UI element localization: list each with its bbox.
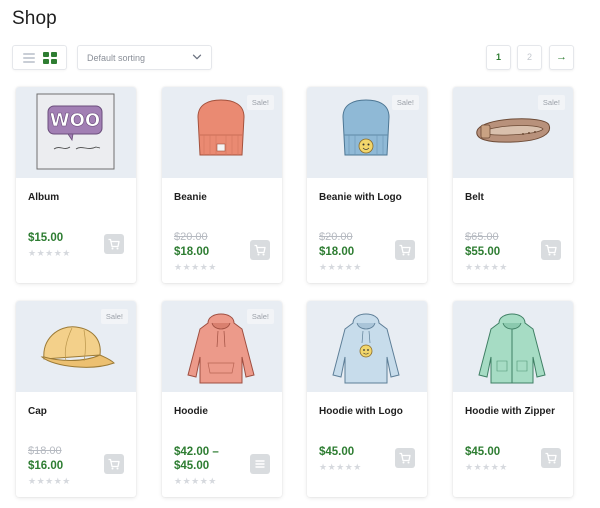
product-price: $45.00 <box>465 446 501 458</box>
rating-stars: ★★★★★ <box>319 262 362 272</box>
product-image[interactable] <box>453 301 573 392</box>
sale-badge: Sale! <box>100 309 128 324</box>
page-title: Shop <box>12 8 57 29</box>
cart-icon <box>254 244 266 256</box>
pagination-next-button[interactable]: → <box>549 45 574 70</box>
select-options-button[interactable] <box>250 454 270 474</box>
chevron-down-icon <box>192 54 202 60</box>
rating-stars: ★★★★★ <box>319 462 362 472</box>
sort-selected-label: Default sorting <box>87 53 146 63</box>
view-toggle <box>12 45 67 70</box>
add-to-cart-button[interactable] <box>104 454 124 474</box>
rating-stars: ★★★★★ <box>28 476 71 486</box>
hoodie-with-zipper-image <box>478 313 546 384</box>
product-image[interactable]: Sale! <box>162 301 282 392</box>
product-price-range-start: $42.00 – <box>174 446 219 458</box>
rating-stars: ★★★★★ <box>174 262 217 272</box>
add-to-cart-button[interactable] <box>541 240 561 260</box>
product-name[interactable]: Belt <box>465 192 484 203</box>
product-image[interactable]: Sale! <box>453 87 573 178</box>
product-regular-price: $65.00 <box>465 231 499 243</box>
product-card[interactable]: Sale! Beanie with Logo $20.00 $18.00 ★★★… <box>307 87 427 283</box>
rating-stars: ★★★★★ <box>465 262 508 272</box>
product-name[interactable]: Album <box>28 192 59 203</box>
product-name[interactable]: Hoodie with Logo <box>319 406 403 417</box>
cart-icon <box>545 244 557 256</box>
list-view-icon[interactable] <box>23 53 35 63</box>
product-sale-price: $18.00 <box>319 246 355 258</box>
pagination-page-1[interactable]: 1 <box>486 45 511 70</box>
shop-toolbar: Default sorting 1 2 → <box>12 45 588 70</box>
product-sale-price: $18.00 <box>174 246 210 258</box>
product-card[interactable]: WOO Album $15.00 ★★★★★ <box>16 87 136 283</box>
rating-stars: ★★★★★ <box>465 462 508 472</box>
cart-icon <box>399 452 411 464</box>
product-price: $15.00 <box>28 232 64 244</box>
product-image[interactable] <box>307 301 427 392</box>
grid-view-icon[interactable] <box>43 52 57 64</box>
add-to-cart-button[interactable] <box>250 240 270 260</box>
product-card[interactable]: Sale! Hoodie $42.00 – $45.00 ★★★★★ <box>162 301 282 497</box>
product-sale-price: $16.00 <box>28 460 64 472</box>
product-regular-price: $18.00 <box>28 445 62 457</box>
sort-dropdown[interactable]: Default sorting <box>77 45 212 70</box>
product-image[interactable]: Sale! <box>16 301 136 392</box>
product-image[interactable]: WOO <box>16 87 136 178</box>
add-to-cart-button[interactable] <box>395 448 415 468</box>
add-to-cart-button[interactable] <box>541 448 561 468</box>
album-art-image: WOO <box>36 93 115 170</box>
product-name[interactable]: Beanie <box>174 192 207 203</box>
product-card[interactable]: Hoodie with Zipper $45.00 ★★★★★ <box>453 301 573 497</box>
product-price: $45.00 <box>319 446 355 458</box>
cart-icon <box>108 238 120 250</box>
svg-text:WOO: WOO <box>50 110 100 131</box>
product-name[interactable]: Cap <box>28 406 47 417</box>
sale-badge: Sale! <box>246 95 274 110</box>
pagination-page-2[interactable]: 2 <box>517 45 542 70</box>
rating-stars: ★★★★★ <box>28 248 71 258</box>
sale-badge: Sale! <box>246 309 274 324</box>
cart-icon <box>545 452 557 464</box>
product-card[interactable]: Hoodie with Logo $45.00 ★★★★★ <box>307 301 427 497</box>
product-image[interactable]: Sale! <box>307 87 427 178</box>
product-regular-price: $20.00 <box>319 231 353 243</box>
sale-badge: Sale! <box>391 95 419 110</box>
rating-stars: ★★★★★ <box>174 476 217 486</box>
options-icon <box>255 460 265 468</box>
product-name[interactable]: Beanie with Logo <box>319 192 402 203</box>
hoodie-with-logo-image <box>332 313 400 384</box>
cart-icon <box>399 244 411 256</box>
product-card[interactable]: Sale! Belt $65.00 $55.00 ★★★★★ <box>453 87 573 283</box>
product-name[interactable]: Hoodie <box>174 406 208 417</box>
product-image[interactable]: Sale! <box>162 87 282 178</box>
add-to-cart-button[interactable] <box>104 234 124 254</box>
product-card[interactable]: Sale! Cap $18.00 $16.00 ★★★★★ <box>16 301 136 497</box>
product-card[interactable]: Sale! Beanie $20.00 $18.00 ★★★★★ <box>162 87 282 283</box>
sale-badge: Sale! <box>537 95 565 110</box>
product-sale-price: $55.00 <box>465 246 501 258</box>
cart-icon <box>108 458 120 470</box>
product-regular-price: $20.00 <box>174 231 208 243</box>
add-to-cart-button[interactable] <box>395 240 415 260</box>
product-price-range-end: $45.00 <box>174 460 210 472</box>
product-name[interactable]: Hoodie with Zipper <box>465 406 555 417</box>
